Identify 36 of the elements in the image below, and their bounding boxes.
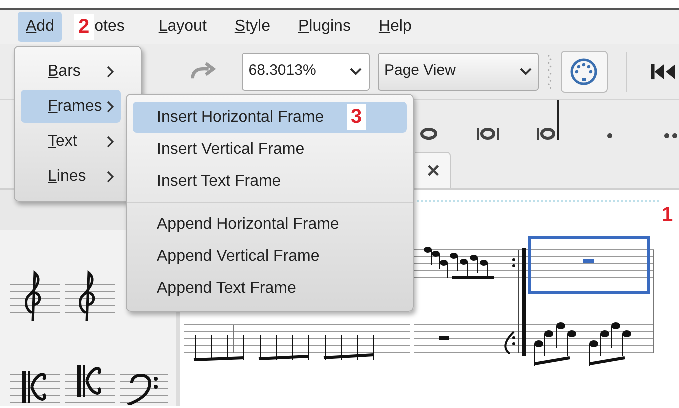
menu-item[interactable]: Layout [150, 12, 215, 42]
menu-item[interactable]: Frames [21, 90, 121, 123]
menu-item[interactable]: Insert Vertical Frame [133, 134, 407, 165]
chevron-right-icon [107, 136, 115, 148]
midi-connector-icon [570, 58, 598, 86]
dot-icon[interactable] [607, 133, 613, 139]
menu-item[interactable]: Style [226, 12, 278, 42]
close-tab-button[interactable]: × [427, 160, 440, 182]
chevron-right-icon [107, 66, 115, 78]
horizontal-frame[interactable] [528, 236, 650, 294]
menu-item[interactable]: Text [21, 125, 121, 158]
callout-number: 2 [74, 14, 94, 40]
view-mode-combobox[interactable]: Page View [378, 52, 540, 90]
menu-item[interactable]: Add [18, 12, 62, 42]
rest-icon [583, 259, 594, 263]
menu-item[interactable]: Bars [21, 55, 121, 88]
chevron-right-icon [107, 100, 115, 112]
longa-note-icon[interactable] [536, 100, 562, 140]
callout-number: 3 [347, 104, 366, 130]
menu-item[interactable]: Append Vertical Frame [133, 241, 407, 272]
chevron-right-icon [107, 170, 115, 182]
menu-item[interactable]: Plugins [290, 12, 359, 42]
double-dot-icon[interactable] [664, 133, 678, 139]
menu-item[interactable]: Append Horizontal Frame [133, 209, 407, 240]
chevron-down-icon [519, 66, 534, 76]
menu-item[interactable]: otes [94, 12, 139, 42]
whole-note-icon[interactable] [420, 128, 438, 140]
midi-input-button[interactable] [560, 50, 608, 92]
chevron-down-icon [349, 66, 364, 76]
double-whole-note-icon[interactable] [476, 128, 500, 140]
zoom-combobox[interactable]: 68.3013% [242, 52, 370, 90]
menu-item[interactable]: Insert Text Frame [133, 166, 407, 197]
menu-item[interactable]: Append Text Frame [133, 273, 407, 304]
menu-item[interactable]: Lines [21, 160, 121, 193]
document-tab[interactable]: × [415, 152, 451, 188]
menu-item[interactable]: Help [370, 12, 420, 42]
